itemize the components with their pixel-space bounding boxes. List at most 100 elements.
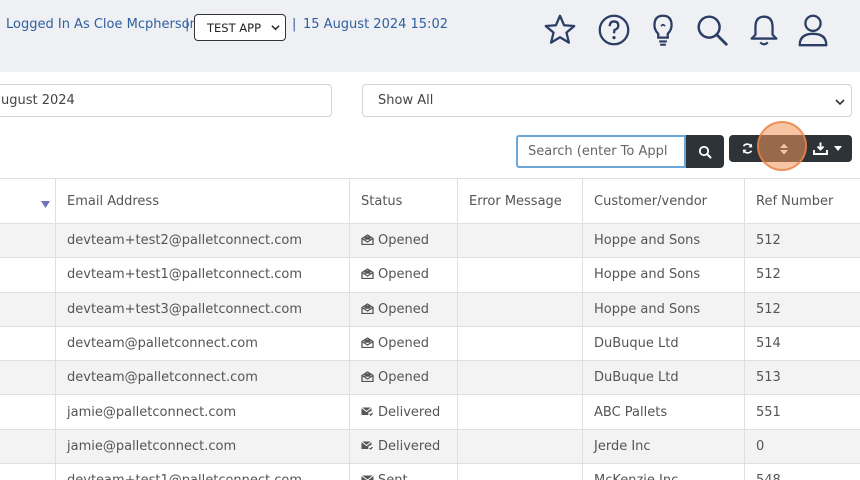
cell-error xyxy=(457,257,583,293)
cell-ref: 551 xyxy=(744,394,860,430)
help-icon[interactable] xyxy=(594,10,634,50)
column-header-ref[interactable]: Ref Number xyxy=(744,178,860,224)
status-text: Opened xyxy=(378,233,429,249)
status-text: Sent xyxy=(378,473,408,480)
cell-ref: 512 xyxy=(744,223,860,259)
cell-id: 5 xyxy=(0,394,56,430)
cell-id: 6 xyxy=(0,429,56,465)
cell-status: Opened xyxy=(349,360,458,396)
chevron-down-icon xyxy=(271,25,280,31)
cell-customer: Hoppe and Sons xyxy=(582,223,745,259)
cell-status: Sent xyxy=(349,463,458,480)
email-log-table: Email Address Status Error Message Custo… xyxy=(0,178,860,480)
cell-error xyxy=(457,360,583,396)
table-row[interactable]: 9devteam+test1@palletconnect.com Opened Ho… xyxy=(0,257,860,293)
status-text: Opened xyxy=(378,267,429,283)
cell-email: devteam@palletconnect.com xyxy=(55,326,350,362)
cell-customer: DuBuque Ltd xyxy=(582,360,745,396)
envelope-check-icon xyxy=(361,406,374,417)
envelope-open-icon xyxy=(361,371,374,383)
star-icon[interactable] xyxy=(540,10,580,50)
cell-ref: 512 xyxy=(744,257,860,293)
sort-icon xyxy=(780,143,788,154)
cell-status: Opened xyxy=(349,257,458,293)
cell-status: Opened xyxy=(349,326,458,362)
cell-customer: McKenzie Inc xyxy=(582,463,745,480)
table-row[interactable]: 5jamie@palletconnect.com Delivered ABC Pal… xyxy=(0,394,860,430)
cell-error xyxy=(457,463,583,480)
show-filter-select[interactable]: Show All xyxy=(362,84,852,117)
cell-id: 5 xyxy=(0,223,56,259)
cell-status: Delivered xyxy=(349,394,458,430)
cell-email: devteam+test3@palletconnect.com xyxy=(55,292,350,327)
cell-email: jamie@palletconnect.com xyxy=(55,394,350,430)
cell-error xyxy=(457,326,583,362)
column-header-email[interactable]: Email Address xyxy=(55,178,350,224)
table-row[interactable]: 5devteam@palletconnect.com Opened DuBuque … xyxy=(0,360,860,396)
download-icon xyxy=(813,142,828,155)
refresh-button[interactable] xyxy=(729,135,765,162)
app-select-value: TEST APP xyxy=(207,20,262,35)
status-text: Opened xyxy=(378,336,429,352)
cell-customer: DuBuque Ltd xyxy=(582,326,745,362)
refresh-icon xyxy=(742,143,752,154)
table-row[interactable]: 0devteam+test1@palletconnect.com Sent McKe… xyxy=(0,463,860,480)
show-filter-value: Show All xyxy=(378,93,434,108)
cell-email: devteam+test2@palletconnect.com xyxy=(55,223,350,259)
cell-error xyxy=(457,292,583,327)
cell-email: devteam+test1@palletconnect.com xyxy=(55,257,350,293)
cell-ref: 548 xyxy=(744,463,860,480)
separator: | xyxy=(292,17,297,32)
column-header-customer[interactable]: Customer/vendor xyxy=(582,178,745,224)
envelope-open-icon xyxy=(361,234,374,246)
envelope-open-icon xyxy=(361,337,374,349)
table-row[interactable]: 5devteam+test2@palletconnect.com Opened Ho… xyxy=(0,223,860,259)
lightbulb-icon[interactable] xyxy=(643,10,683,50)
cell-id: 7 xyxy=(0,326,56,362)
chevron-down-icon xyxy=(835,99,845,106)
table-row[interactable]: 6jamie@palletconnect.com Delivered Jerde I… xyxy=(0,429,860,465)
cell-error xyxy=(457,429,583,465)
cell-status: Opened xyxy=(349,292,458,327)
table-row[interactable]: 7devteam@palletconnect.com Opened DuBuque … xyxy=(0,326,860,362)
status-text: Opened xyxy=(378,301,429,317)
status-text: Delivered xyxy=(378,404,441,420)
download-button[interactable] xyxy=(803,135,852,162)
separator: | xyxy=(185,17,190,32)
cell-ref: 512 xyxy=(744,292,860,327)
cell-id: 5 xyxy=(0,360,56,396)
app-select[interactable]: TEST APP xyxy=(194,14,286,41)
sort-button[interactable] xyxy=(765,135,803,162)
cell-error xyxy=(457,223,583,259)
cell-ref: 514 xyxy=(744,326,860,362)
logged-in-text: Logged In As Cloe Mcpherson xyxy=(6,17,198,32)
cell-email: devteam@palletconnect.com xyxy=(55,360,350,396)
status-text: Delivered xyxy=(378,438,441,454)
user-icon[interactable] xyxy=(793,10,833,50)
cell-customer: Hoppe and Sons xyxy=(582,257,745,293)
envelope-icon xyxy=(361,475,374,480)
envelope-open-icon xyxy=(361,268,374,280)
column-header-id[interactable] xyxy=(0,178,56,224)
column-header-error[interactable]: Error Message xyxy=(457,178,583,224)
cell-ref: 0 xyxy=(744,429,860,465)
cell-ref: 513 xyxy=(744,360,860,396)
bell-icon[interactable] xyxy=(744,10,784,50)
cell-error xyxy=(457,394,583,430)
cell-id: 8 xyxy=(0,292,56,327)
column-header-status[interactable]: Status xyxy=(349,178,458,224)
cell-status: Opened xyxy=(349,223,458,259)
cell-id: 9 xyxy=(0,257,56,293)
table-row[interactable]: 8devteam+test3@palletconnect.com Opened Ho… xyxy=(0,292,860,327)
search-icon[interactable] xyxy=(692,10,732,50)
datetime: 15 August 2024 15:02 xyxy=(303,17,448,32)
caret-down-icon xyxy=(834,146,842,151)
search-button[interactable] xyxy=(686,135,724,168)
envelope-check-icon xyxy=(361,441,374,451)
cell-customer: Jerde Inc xyxy=(582,429,745,465)
status-text: Opened xyxy=(378,370,429,386)
date-range-input[interactable]: ugust 2024 xyxy=(0,84,332,117)
top-bar: Logged In As Cloe Mcpherson | TEST APP |… xyxy=(0,0,860,72)
cell-status: Delivered xyxy=(349,429,458,465)
search-input[interactable]: Search (enter To Appl xyxy=(516,135,686,168)
